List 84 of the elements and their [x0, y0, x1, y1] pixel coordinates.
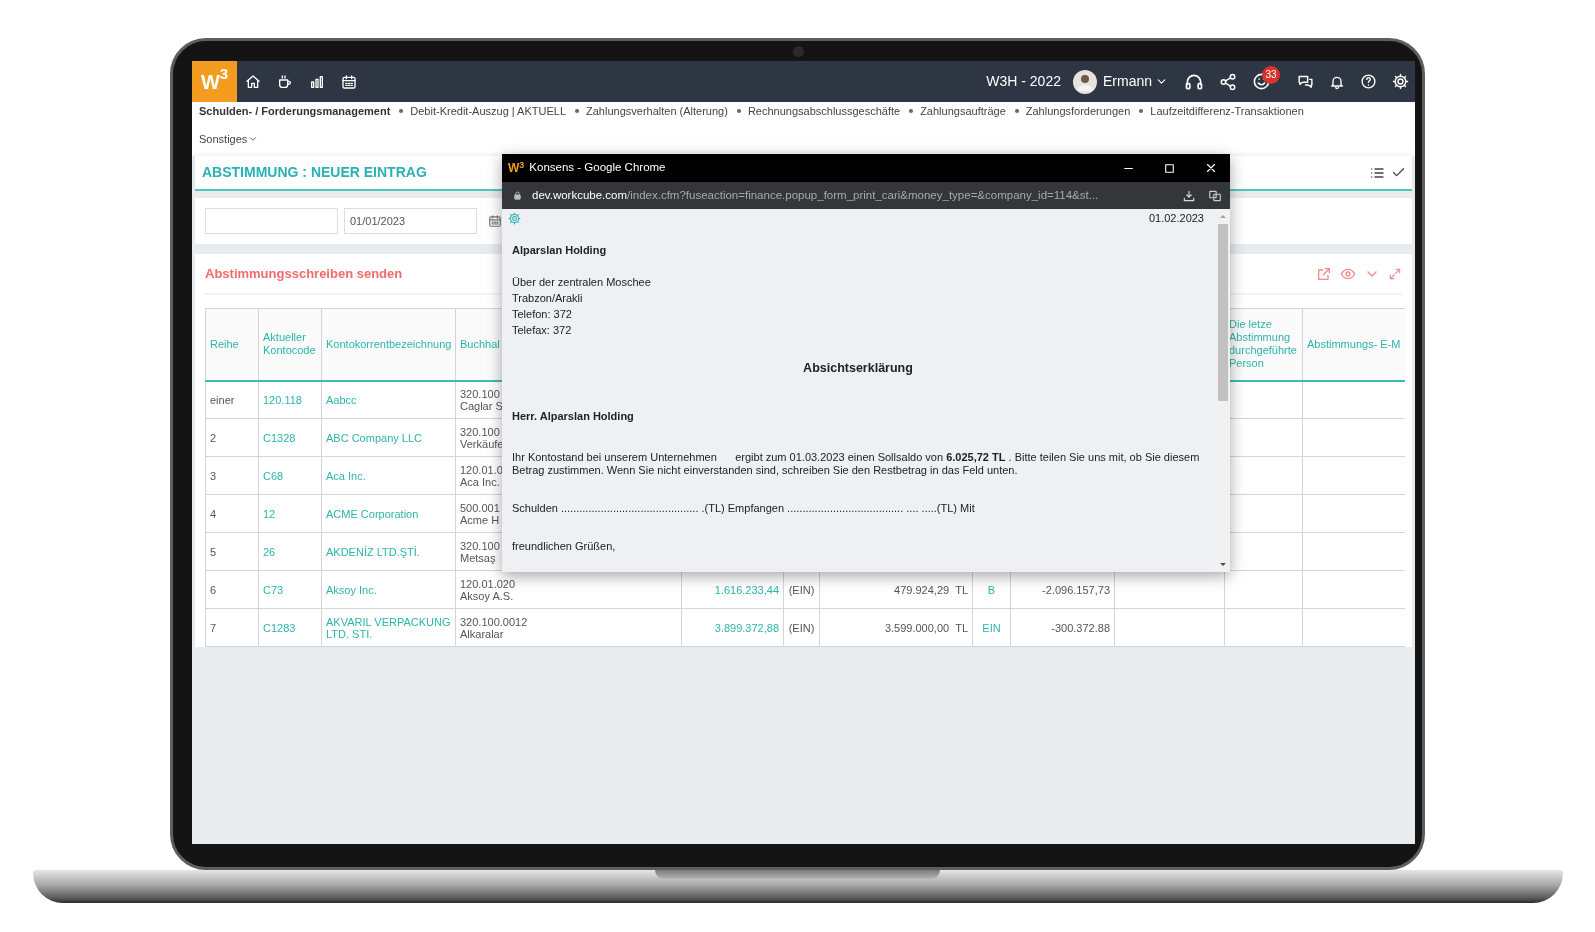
nav-link[interactable]: Zahlungsaufträge: [920, 102, 1006, 120]
notification-badge: 33: [1262, 65, 1280, 84]
table-cell: (EIN): [788, 583, 815, 596]
address-line: Telefax: 372: [512, 323, 573, 338]
table-cell: 320.100 Verkäufe: [460, 425, 504, 450]
table-cell: 3.599.000,00: [884, 621, 950, 634]
table-cell: 2: [210, 431, 217, 444]
nav-link[interactable]: Debit-Kredit-Auszug | AKTUELL: [410, 102, 566, 120]
table-cell: 1.616.233,44: [714, 583, 779, 596]
chevron-down-icon: [248, 134, 259, 144]
table-cell: 7: [210, 621, 217, 634]
table-cell: C68: [263, 469, 284, 482]
more-menu[interactable]: Sonstiges: [199, 131, 259, 147]
table-cell: 12: [263, 507, 276, 520]
help-icon[interactable]: [1360, 73, 1377, 90]
table-cell: Aabcc: [326, 393, 357, 406]
table-cell: 120.01.0 Aca Inc.: [460, 463, 503, 488]
table-cell: 500.001 Acme H: [460, 501, 500, 526]
text-field[interactable]: [205, 208, 338, 234]
section-title: Abstimmungsschreiben senden: [205, 265, 403, 284]
scrollbar[interactable]: [1216, 209, 1230, 572]
table-cell: 3: [210, 469, 217, 482]
address-line: Telefon: 372: [512, 307, 573, 322]
address-line: Trabzon/Arakli: [512, 291, 584, 306]
user-avatar[interactable]: [1072, 69, 1097, 94]
company-name: Alparslan Holding: [512, 243, 607, 258]
nav-link[interactable]: Zahlungsverhalten (Alterung): [586, 102, 728, 120]
table-cell: C73: [263, 583, 284, 596]
user-menu[interactable]: Ermann: [1102, 71, 1168, 92]
close-icon[interactable]: [1204, 161, 1218, 175]
table-cell: 120.118: [263, 393, 302, 406]
cup-icon[interactable]: [277, 73, 293, 90]
table-cell: C1328: [263, 431, 296, 444]
table-cell: ABC Company LLC: [326, 431, 422, 444]
window-title: Konsens - Google Chrome: [529, 160, 666, 176]
table-cell: 120.01.020 Aksoy A.S.: [460, 577, 516, 602]
nav-link[interactable]: Zahlungsforderungen: [1025, 102, 1131, 120]
page-title: ABSTIMMUNG : NEUER EINTRAG: [202, 163, 427, 182]
table-cell: B: [987, 583, 996, 596]
table-cell: 3.899.372,88: [714, 621, 779, 634]
calendar-icon[interactable]: [341, 73, 357, 90]
nav-link[interactable]: Rechnungsabschlussgeschäfte: [747, 102, 901, 120]
closing-text: freundlichen Grüßen,: [512, 539, 616, 554]
download-icon[interactable]: [1182, 188, 1196, 203]
letter-date: 01.02.2023: [1148, 211, 1204, 226]
table-cell: -2.096.157,73: [1042, 583, 1110, 596]
table-cell: -300.372.88: [1051, 621, 1110, 634]
table-cell: AKDENİZ LTD.ŞTİ.: [326, 545, 420, 558]
company-period[interactable]: W3H - 2022: [986, 71, 1061, 92]
date-field[interactable]: 01/01/2023: [344, 208, 477, 234]
letter-paragraph: Ihr Kontostand bei unserem Unternehmen ergibt zum 01.03.2023 einen Sollsaldo von 6.025,72 TL . Bitte teilen Sie uns mit, ob Sie diesem Betrag zustimmen. Wenn Sie nicht einverstanden sind, schreiben Sie den Restbetrag in das Feld unten.: [512, 451, 1201, 476]
bar-chart-icon[interactable]: [309, 73, 325, 90]
nav-link[interactable]: Schulden- / Forderungsmanagement: [199, 102, 391, 120]
table-cell: AKVARIL VERPACKUNG LTD. STI.: [326, 615, 451, 640]
table-cell: 479.924,29: [894, 583, 950, 596]
app-logo: W$^{3}$: [508, 159, 525, 177]
table-cell: 320.100.0012 Alkaralar: [460, 615, 528, 640]
nav-link[interactable]: Laufzeitdifferenz-Transaktionen: [1150, 102, 1304, 120]
table-cell: ACME Corporation: [326, 507, 419, 520]
table-cell: Aca Inc.: [326, 469, 366, 482]
table-cell: EIN: [982, 621, 1001, 634]
table-cell: 4: [210, 507, 217, 520]
address-line: Über der zentralen Moschee: [512, 275, 651, 290]
maximize-icon[interactable]: [1163, 161, 1176, 175]
currency-label: TL: [955, 621, 968, 634]
url-text[interactable]: dev.workcube.com/index.cfm?fuseaction=finance.popup_form_print_cari&money_type=&company_id=114&st...: [532, 186, 1099, 205]
table-cell: 26: [263, 545, 276, 558]
form-line: Schulden ............................................. .(TL) Empfangen ...................................... .... .....(TL) Mit: [512, 501, 975, 516]
table-cell: 5: [210, 545, 217, 558]
salutation: Herr. Alparslan Holding: [512, 409, 634, 424]
currency-label: TL: [955, 583, 968, 596]
table-cell: einer: [210, 393, 235, 406]
chat-icon[interactable]: [1297, 73, 1314, 90]
share-icon[interactable]: [1219, 72, 1237, 91]
table-cell: (EIN): [788, 621, 815, 634]
letter-heading: Absichtserklärung: [802, 360, 914, 376]
table-cell: 320.100 Caglar S: [460, 387, 503, 412]
translate-icon[interactable]: [1208, 188, 1222, 203]
lock-icon: [512, 190, 523, 201]
table-cell: 320.100 Metsaş: [460, 539, 500, 564]
table-cell: 6: [210, 583, 217, 596]
home-icon[interactable]: [245, 73, 261, 90]
table-cell: C1283: [263, 621, 296, 634]
table-cell: Aksoy Inc.: [326, 583, 377, 596]
